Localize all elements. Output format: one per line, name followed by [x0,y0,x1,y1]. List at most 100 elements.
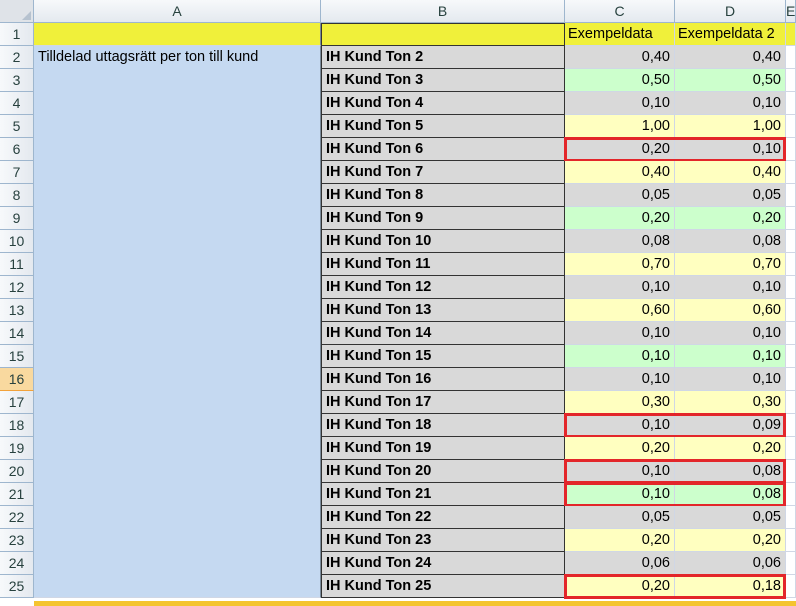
value-cell-c6[interactable]: 0,20 [565,138,675,161]
label-cell-b20[interactable]: IH Kund Ton 20 [321,460,565,483]
value-cell-c11[interactable]: 0,70 [565,253,675,276]
cell-e19[interactable] [786,437,796,460]
label-cell-b3[interactable]: IH Kund Ton 3 [321,69,565,92]
label-cell-b15[interactable]: IH Kund Ton 15 [321,345,565,368]
label-cell-b11[interactable]: IH Kund Ton 11 [321,253,565,276]
value-cell-d22[interactable]: 0,05 [675,506,786,529]
label-cell-b7[interactable]: IH Kund Ton 7 [321,161,565,184]
column-header-c[interactable]: C [565,0,675,23]
cell-e1[interactable] [786,23,796,46]
row-header-14[interactable]: 14 [0,322,34,345]
value-cell-c10[interactable]: 0,08 [565,230,675,253]
value-cell-c14[interactable]: 0,10 [565,322,675,345]
value-cell-c23[interactable]: 0,20 [565,529,675,552]
cell-e22[interactable] [786,506,796,529]
column-header-e[interactable]: E [786,0,796,23]
value-cell-d14[interactable]: 0,10 [675,322,786,345]
label-cell-b6[interactable]: IH Kund Ton 6 [321,138,565,161]
row-header-11[interactable]: 11 [0,253,34,276]
cell-e10[interactable] [786,230,796,253]
value-cell-d11[interactable]: 0,70 [675,253,786,276]
cell-e16[interactable] [786,368,796,391]
cell-e25[interactable] [786,575,796,598]
column-header-a[interactable]: A [34,0,321,23]
value-cell-c21[interactable]: 0,10 [565,483,675,506]
label-cell-b12[interactable]: IH Kund Ton 12 [321,276,565,299]
row-header-20[interactable]: 20 [0,460,34,483]
row-header-19[interactable]: 19 [0,437,34,460]
value-cell-d6[interactable]: 0,10 [675,138,786,161]
value-cell-d5[interactable]: 1,00 [675,115,786,138]
row-header-9[interactable]: 9 [0,207,34,230]
select-all-corner[interactable] [0,0,34,23]
row-header-16[interactable]: 16 [0,368,34,391]
cell-e24[interactable] [786,552,796,575]
value-cell-c5[interactable]: 1,00 [565,115,675,138]
row-header-7[interactable]: 7 [0,161,34,184]
cell-d1[interactable]: Exempeldata 2 [675,23,786,46]
row-header-3[interactable]: 3 [0,69,34,92]
cell-e13[interactable] [786,299,796,322]
cell-e11[interactable] [786,253,796,276]
label-cell-b19[interactable]: IH Kund Ton 19 [321,437,565,460]
value-cell-d19[interactable]: 0,20 [675,437,786,460]
value-cell-d7[interactable]: 0,40 [675,161,786,184]
value-cell-c3[interactable]: 0,50 [565,69,675,92]
value-cell-d20[interactable]: 0,08 [675,460,786,483]
cell-e17[interactable] [786,391,796,414]
value-cell-c8[interactable]: 0,05 [565,184,675,207]
row-header-4[interactable]: 4 [0,92,34,115]
row-header-13[interactable]: 13 [0,299,34,322]
value-cell-c9[interactable]: 0,20 [565,207,675,230]
cell-b1[interactable] [321,23,565,46]
label-cell-b16[interactable]: IH Kund Ton 16 [321,368,565,391]
cell-e3[interactable] [786,69,796,92]
value-cell-d23[interactable]: 0,20 [675,529,786,552]
value-cell-d10[interactable]: 0,08 [675,230,786,253]
value-cell-d9[interactable]: 0,20 [675,207,786,230]
row-header-22[interactable]: 22 [0,506,34,529]
value-cell-c18[interactable]: 0,10 [565,414,675,437]
value-cell-c13[interactable]: 0,60 [565,299,675,322]
column-header-b[interactable]: B [321,0,565,23]
row-header-23[interactable]: 23 [0,529,34,552]
label-cell-b17[interactable]: IH Kund Ton 17 [321,391,565,414]
value-cell-c19[interactable]: 0,20 [565,437,675,460]
label-cell-b25[interactable]: IH Kund Ton 25 [321,575,565,598]
value-cell-c16[interactable]: 0,10 [565,368,675,391]
cell-e6[interactable] [786,138,796,161]
label-cell-b10[interactable]: IH Kund Ton 10 [321,230,565,253]
value-cell-d25[interactable]: 0,18 [675,575,786,598]
value-cell-c15[interactable]: 0,10 [565,345,675,368]
label-cell-b5[interactable]: IH Kund Ton 5 [321,115,565,138]
label-cell-b24[interactable]: IH Kund Ton 24 [321,552,565,575]
value-cell-c17[interactable]: 0,30 [565,391,675,414]
value-cell-c12[interactable]: 0,10 [565,276,675,299]
cell-e15[interactable] [786,345,796,368]
column-header-d[interactable]: D [675,0,786,23]
row-header-15[interactable]: 15 [0,345,34,368]
label-cell-b4[interactable]: IH Kund Ton 4 [321,92,565,115]
cell-e4[interactable] [786,92,796,115]
label-cell-b18[interactable]: IH Kund Ton 18 [321,414,565,437]
value-cell-d15[interactable]: 0,10 [675,345,786,368]
cell-e20[interactable] [786,460,796,483]
cell-e14[interactable] [786,322,796,345]
label-cell-b22[interactable]: IH Kund Ton 22 [321,506,565,529]
value-cell-d16[interactable]: 0,10 [675,368,786,391]
value-cell-c2[interactable]: 0,40 [565,46,675,69]
cell-e8[interactable] [786,184,796,207]
value-cell-d2[interactable]: 0,40 [675,46,786,69]
merged-label-cell-a2[interactable]: Tilldelad uttagsrätt per ton till kund [34,46,321,598]
value-cell-c25[interactable]: 0,20 [565,575,675,598]
label-cell-b13[interactable]: IH Kund Ton 13 [321,299,565,322]
row-header-10[interactable]: 10 [0,230,34,253]
row-header-18[interactable]: 18 [0,414,34,437]
cell-a1[interactable] [34,23,321,46]
row-header-5[interactable]: 5 [0,115,34,138]
row-header-17[interactable]: 17 [0,391,34,414]
cell-e2[interactable] [786,46,796,69]
value-cell-d18[interactable]: 0,09 [675,414,786,437]
row-header-2[interactable]: 2 [0,46,34,69]
label-cell-b23[interactable]: IH Kund Ton 23 [321,529,565,552]
